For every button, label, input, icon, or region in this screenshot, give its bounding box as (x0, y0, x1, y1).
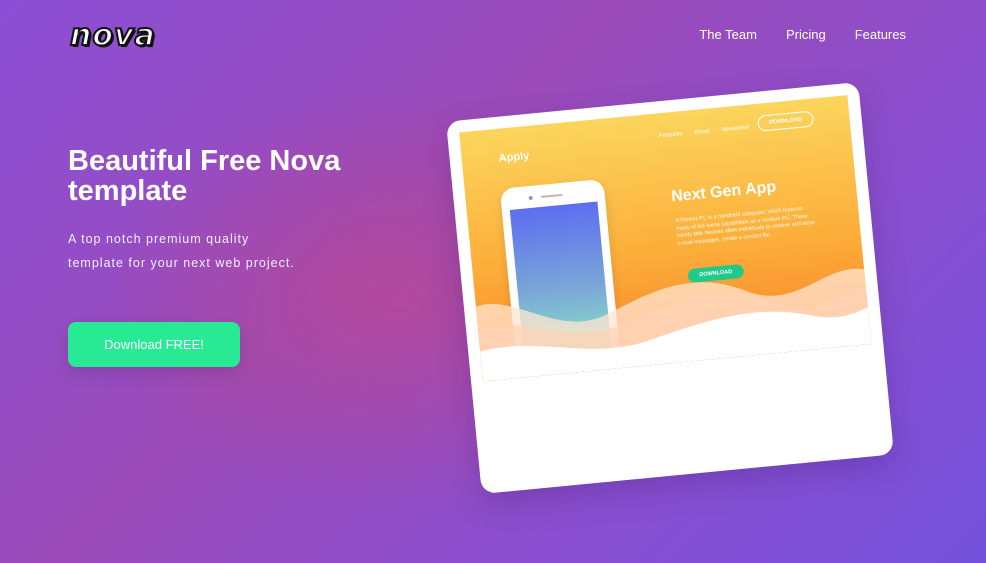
download-free-button[interactable]: Download FREE! (68, 322, 240, 367)
hero-subtitle: A top notch premium quality template for… (68, 232, 295, 270)
phone-camera (528, 195, 533, 201)
template-preview-card: Apply Features About Newsletter DOWNLOAD… (446, 82, 894, 494)
nav-item-the-team[interactable]: The Team (699, 27, 757, 42)
preview-nav-item-newsletter: Newsletter (721, 124, 751, 134)
hero-title: Beautiful Free Nova template (68, 145, 341, 207)
preview-brand: Apply (498, 149, 530, 165)
preview-nav: Features About Newsletter (658, 125, 750, 140)
preview-nav-item-features: Features (658, 131, 683, 140)
preview-body-text: A Pocket PC is a handheld computer, whic… (675, 205, 815, 247)
preview-screen: Apply Features About Newsletter DOWNLOAD… (459, 95, 872, 382)
main-nav: The Team Pricing Features (699, 27, 906, 42)
preview-nav-item-about: About (693, 128, 711, 136)
nav-item-pricing[interactable]: Pricing (786, 27, 826, 42)
nav-item-features[interactable]: Features (855, 27, 906, 42)
nova-logo[interactable]: nova (69, 17, 156, 54)
preview-heading: Next Gen App (670, 178, 777, 206)
preview-download-outline-button: DOWNLOAD (756, 110, 815, 132)
phone-speaker (540, 193, 563, 198)
